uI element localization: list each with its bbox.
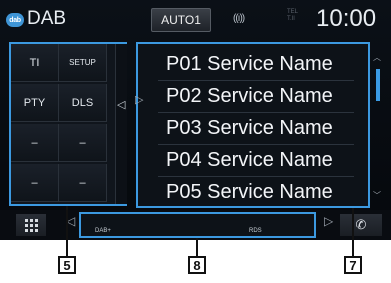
setup-button[interactable]: SETUP bbox=[59, 44, 107, 82]
callout-7: 7 bbox=[344, 256, 362, 274]
phone-button[interactable]: ✆ bbox=[340, 214, 382, 236]
collapse-arrow-icon: ◁ bbox=[117, 99, 126, 111]
signal-label: T.Il bbox=[287, 16, 295, 22]
clock: 10:00 bbox=[316, 5, 377, 32]
preset-row[interactable]: P03 Service Name bbox=[166, 112, 368, 144]
empty-key-3[interactable]: – bbox=[11, 164, 59, 202]
source-select-button[interactable]: AUTO1 bbox=[151, 8, 211, 32]
callout-8: 8 bbox=[188, 256, 206, 274]
phone-icon: ✆ bbox=[355, 217, 367, 232]
tel-status-indicator: TEL T.Il bbox=[287, 9, 298, 23]
preset-row[interactable]: P05 Service Name bbox=[166, 176, 368, 206]
preset-row[interactable]: P01 Service Name bbox=[166, 48, 368, 80]
ti-button[interactable]: TI bbox=[11, 44, 59, 82]
info-display-bar bbox=[79, 212, 316, 238]
callout-5: 5 bbox=[58, 256, 76, 274]
wireless-icon: ((ı)) bbox=[233, 13, 245, 24]
empty-key-1[interactable]: – bbox=[11, 124, 59, 162]
source-title: DAB bbox=[27, 8, 67, 29]
tel-label: TEL bbox=[287, 9, 299, 15]
leader-line-7 bbox=[352, 208, 354, 256]
leader-line-5 bbox=[66, 206, 68, 256]
next-arrow-icon[interactable]: ▷ bbox=[324, 214, 333, 228]
preset-list: P01 Service Name P02 Service Name P03 Se… bbox=[136, 42, 370, 208]
dab-logo-icon: dab bbox=[6, 13, 24, 27]
empty-key-4[interactable]: – bbox=[59, 164, 107, 202]
dls-button[interactable]: DLS bbox=[59, 84, 107, 122]
scroll-up-icon[interactable]: ︿ bbox=[373, 52, 381, 63]
function-keypad: TI SETUP PTY DLS – – – – ◁ bbox=[9, 42, 127, 206]
preset-row[interactable]: P02 Service Name bbox=[166, 80, 368, 112]
grid-icon bbox=[24, 218, 38, 232]
scroll-down-icon[interactable]: ﹀ bbox=[373, 190, 381, 201]
dab-plus-indicator: DAB+ bbox=[95, 228, 111, 234]
scrollbar-thumb[interactable] bbox=[376, 69, 380, 101]
keypad-collapse-tab[interactable] bbox=[115, 44, 127, 204]
empty-key-2[interactable]: – bbox=[59, 124, 107, 162]
dab-source-screen: dab DAB AUTO1 ((ı)) TEL T.Il 10:00 TI SE… bbox=[0, 0, 391, 240]
pty-button[interactable]: PTY bbox=[11, 84, 59, 122]
menu-grid-button[interactable] bbox=[16, 214, 46, 236]
leader-line-8 bbox=[196, 238, 198, 256]
list-expand-arrow-icon[interactable]: ▷ bbox=[135, 93, 143, 106]
preset-row[interactable]: P04 Service Name bbox=[166, 144, 368, 176]
rds-indicator: RDS bbox=[249, 228, 262, 234]
